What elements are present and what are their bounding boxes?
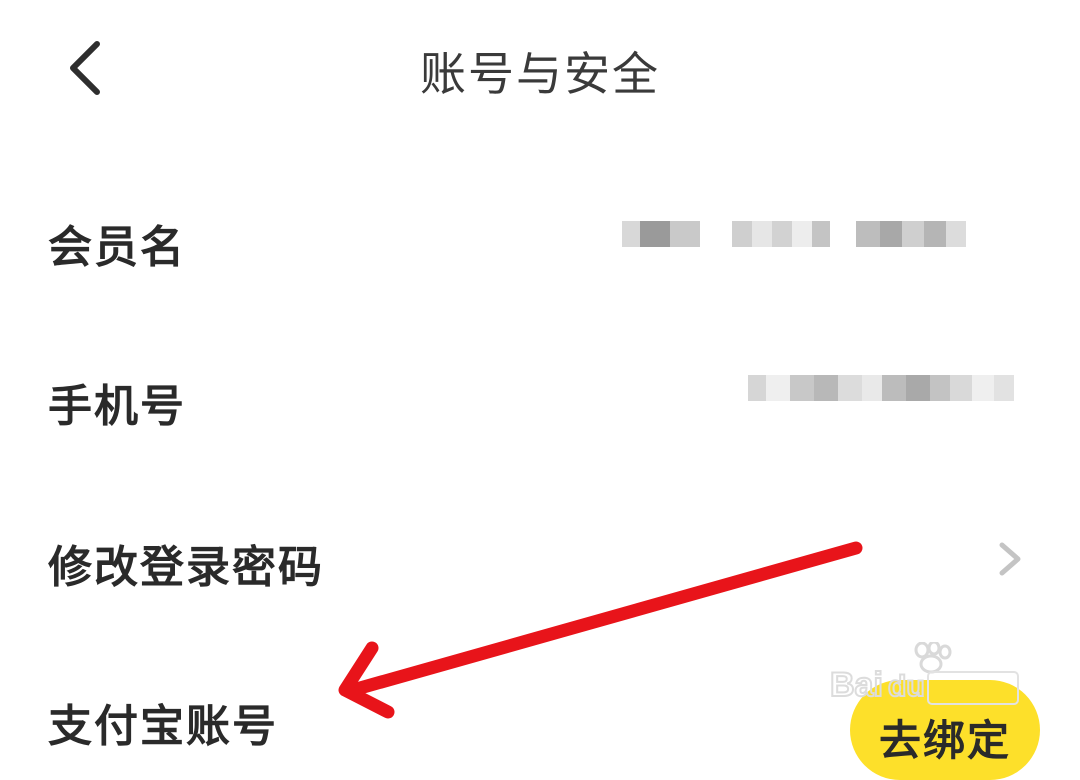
header-bar: 账号与安全 bbox=[0, 0, 1080, 140]
page-title: 账号与安全 bbox=[420, 47, 660, 101]
bind-alipay-button-label: 去绑定 bbox=[878, 715, 1011, 765]
member-name-value-masked bbox=[622, 221, 966, 247]
bind-alipay-button[interactable]: 去绑定 bbox=[850, 680, 1040, 780]
change-password-label: 修改登录密码 bbox=[48, 542, 324, 593]
chevron-right-icon bbox=[999, 542, 1021, 576]
alipay-account-label: 支付宝账号 bbox=[48, 701, 278, 752]
phone-value-masked bbox=[748, 375, 1014, 401]
member-name-row: 会员名 bbox=[0, 165, 1080, 305]
change-password-row[interactable]: 修改登录密码 bbox=[0, 483, 1080, 623]
phone-row: 手机号 bbox=[0, 325, 1080, 465]
phone-label: 手机号 bbox=[48, 381, 186, 432]
alipay-account-row: 支付宝账号 去绑定 bbox=[0, 640, 1080, 780]
member-name-label: 会员名 bbox=[48, 222, 186, 273]
